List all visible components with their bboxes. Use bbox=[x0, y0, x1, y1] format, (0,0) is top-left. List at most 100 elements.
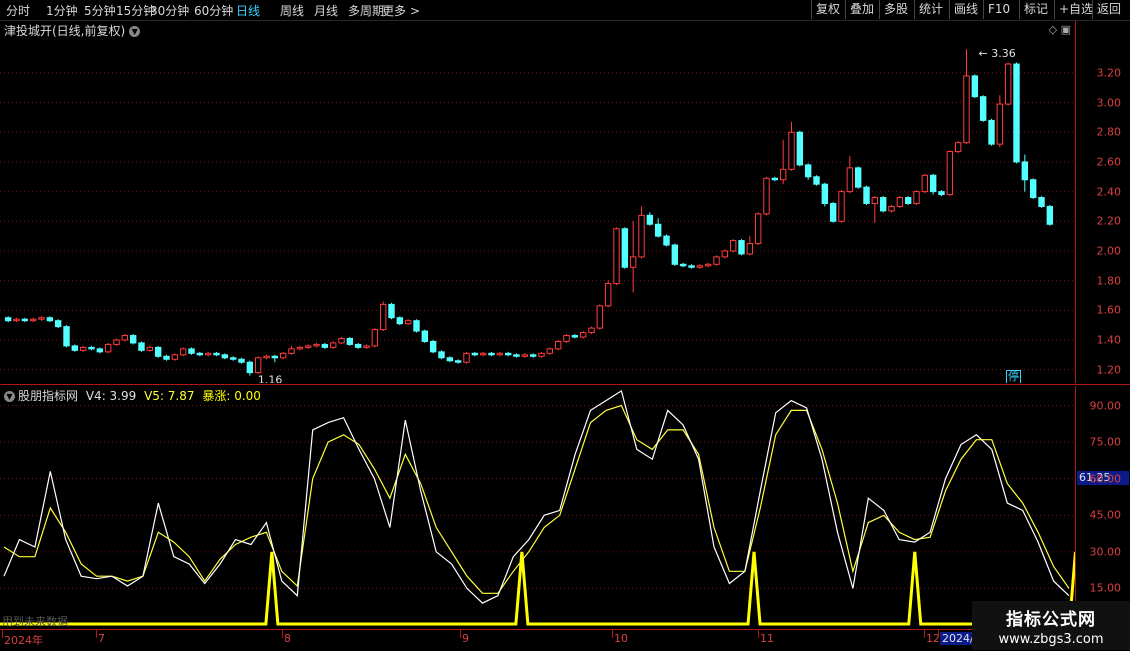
candle bbox=[513, 353, 520, 358]
candle-body bbox=[454, 360, 462, 363]
tool-button-2[interactable]: 多股 bbox=[879, 0, 912, 19]
stop-badge: 停 bbox=[1006, 370, 1021, 383]
candle bbox=[704, 262, 712, 268]
period-0[interactable]: 分时 bbox=[6, 2, 30, 19]
candle-body bbox=[379, 303, 387, 331]
candle-body bbox=[196, 352, 204, 356]
candle bbox=[779, 139, 787, 185]
period-2[interactable]: 5分钟 bbox=[84, 2, 116, 19]
candle-body bbox=[588, 327, 595, 334]
v5-line bbox=[3, 404, 1070, 594]
candle-body bbox=[821, 183, 829, 204]
candle-body bbox=[921, 174, 929, 193]
period-10[interactable]: 更多 > bbox=[382, 2, 420, 19]
window-icon[interactable]: ▣ bbox=[1061, 23, 1071, 36]
spike-label: 暴涨: 0.00 bbox=[202, 389, 261, 403]
price-pane: ← 3.36 1.16 津投城开(日线,前复权) ▼ ◇ ▣ 停 bbox=[0, 21, 1075, 383]
price-axis: 3.20 3.00 2.80 2.60 2.40 2.20 2.00 1.80 1.60 1.40… bbox=[1075, 21, 1130, 383]
price-tick-label: 1.80 bbox=[1096, 274, 1122, 288]
candle-body bbox=[146, 346, 154, 351]
tool-button-8[interactable]: 返回 bbox=[1092, 0, 1125, 19]
tool-button-7[interactable]: +自选 bbox=[1054, 0, 1097, 19]
tool-button-3[interactable]: 统计 bbox=[914, 0, 947, 19]
tool-button-1[interactable]: 叠加 bbox=[845, 0, 878, 19]
period-5[interactable]: 60分钟 bbox=[194, 2, 233, 19]
candle-body bbox=[671, 244, 679, 265]
tool-button-4[interactable]: 画线 bbox=[949, 0, 982, 19]
candle-body bbox=[246, 361, 254, 374]
candle-body bbox=[713, 256, 720, 265]
candle bbox=[863, 185, 870, 205]
candle bbox=[488, 351, 495, 357]
indicator-pane: ▼ 股朋指标网 V4: 3.99 V5: 7.87 暴涨: 0.00 用到未来数据 bbox=[0, 386, 1075, 629]
candle-body bbox=[129, 335, 137, 344]
candle-body bbox=[188, 348, 195, 354]
candle bbox=[529, 353, 537, 358]
period-1[interactable]: 1分钟 bbox=[46, 2, 78, 19]
tool-button-5[interactable]: F10 bbox=[983, 0, 1014, 19]
v4-label: V4: 3.99 bbox=[85, 389, 137, 403]
period-4[interactable]: 30分钟 bbox=[150, 2, 189, 19]
candle bbox=[346, 337, 354, 346]
candle-body bbox=[604, 283, 612, 307]
candle bbox=[29, 317, 37, 323]
candle bbox=[138, 341, 145, 352]
candle-body bbox=[963, 75, 970, 144]
candle-body bbox=[471, 352, 479, 356]
diamond-icon[interactable]: ◇ bbox=[1049, 23, 1057, 36]
candle bbox=[304, 344, 312, 349]
date-separator bbox=[282, 630, 283, 638]
period-6[interactable]: 日线 bbox=[236, 2, 260, 19]
date-label: 7 bbox=[98, 632, 105, 645]
candle-body bbox=[796, 131, 804, 166]
date-separator bbox=[2, 630, 3, 638]
candle bbox=[821, 182, 829, 207]
candle-body bbox=[696, 265, 704, 268]
candle bbox=[904, 196, 912, 205]
candle bbox=[1004, 62, 1012, 106]
candle-body bbox=[846, 167, 854, 193]
candle-body bbox=[271, 355, 279, 359]
tool-button-6[interactable]: 标记 bbox=[1019, 0, 1052, 19]
candle-body bbox=[388, 303, 395, 319]
candle-body bbox=[663, 235, 670, 246]
candle-body bbox=[396, 317, 404, 325]
candle bbox=[913, 190, 920, 205]
candle bbox=[838, 190, 845, 223]
period-7[interactable]: 周线 bbox=[280, 2, 304, 19]
price-tick-label: 2.20 bbox=[1096, 214, 1122, 228]
candle bbox=[563, 334, 570, 343]
candle bbox=[71, 344, 79, 352]
chevron-down-icon[interactable]: ▼ bbox=[4, 391, 15, 402]
candle-body bbox=[779, 168, 787, 181]
tool-button-0[interactable]: 复权 bbox=[811, 0, 844, 19]
candle-body bbox=[679, 263, 687, 267]
price-tick-label: 2.00 bbox=[1096, 244, 1122, 258]
candle-body bbox=[429, 340, 437, 353]
candle-body bbox=[413, 320, 420, 332]
candle bbox=[321, 342, 329, 349]
candle bbox=[688, 264, 695, 269]
candle-body bbox=[646, 214, 654, 225]
indicator-name[interactable]: 股朋指标网 bbox=[18, 389, 78, 403]
chevron-down-icon[interactable]: ▼ bbox=[129, 26, 141, 37]
price-tick-label: 3.00 bbox=[1096, 96, 1122, 110]
candle-body bbox=[854, 167, 862, 188]
candle bbox=[46, 316, 54, 323]
candle bbox=[179, 347, 187, 357]
candle bbox=[21, 317, 29, 323]
candle-body bbox=[213, 352, 220, 356]
period-8[interactable]: 月线 bbox=[314, 2, 338, 19]
candle-body bbox=[79, 346, 87, 351]
indicator-legend: ▼ 股朋指标网 V4: 3.99 V5: 7.87 暴涨: 0.00 bbox=[4, 387, 265, 404]
candle bbox=[188, 347, 195, 355]
period-9[interactable]: 多周期 bbox=[348, 2, 384, 19]
candle bbox=[788, 121, 795, 171]
period-toolbar: 分时 1分钟 5分钟 15分钟 30分钟 60分钟 日线 周线 月线 多周期 更多 > 复权 叠加 多股统… bbox=[0, 0, 1130, 21]
candle bbox=[954, 141, 962, 154]
candle-body bbox=[279, 352, 287, 359]
date-label: 2024/ bbox=[940, 632, 976, 645]
date-label: 8 bbox=[284, 632, 291, 645]
date-separator bbox=[96, 630, 97, 638]
stock-title[interactable]: 津投城开(日线,前复权) ▼ bbox=[4, 22, 141, 39]
